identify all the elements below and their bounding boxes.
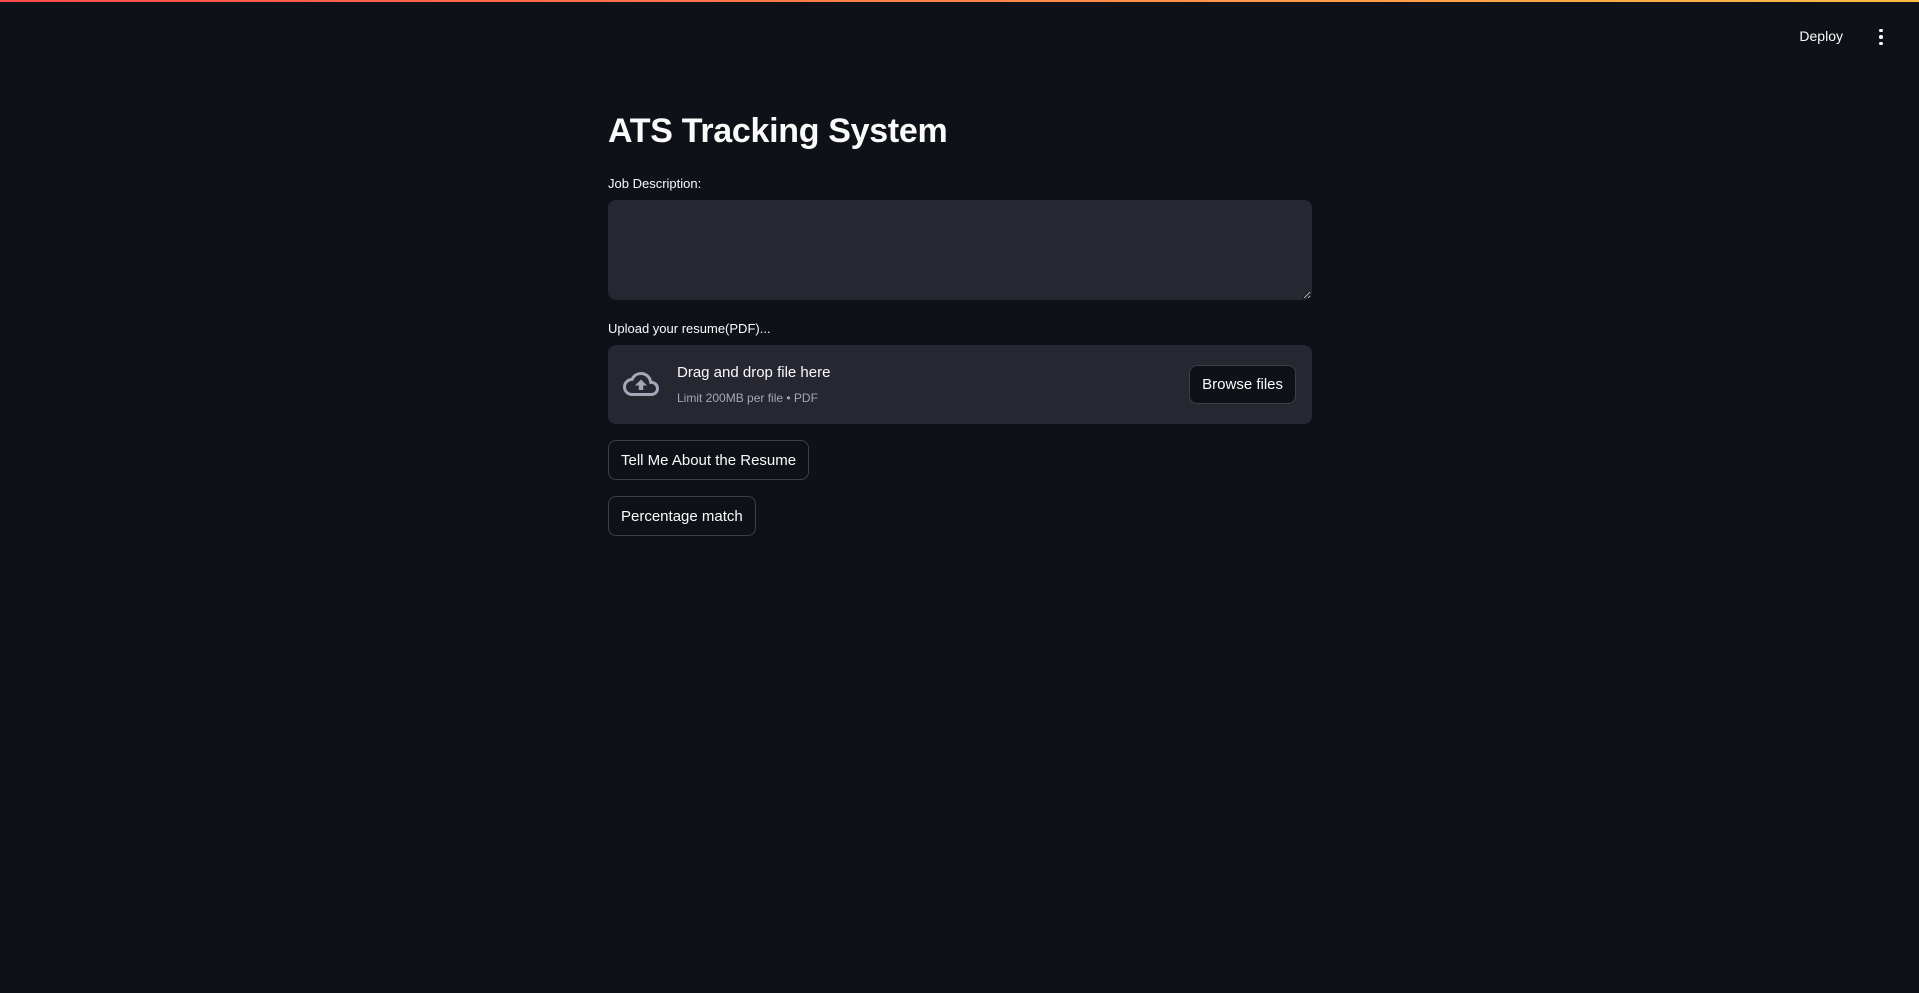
browse-files-button[interactable]: Browse files xyxy=(1189,365,1296,404)
tell-me-about-resume-button[interactable]: Tell Me About the Resume xyxy=(608,440,810,480)
page-title: ATS Tracking System xyxy=(608,112,948,150)
job-description-input[interactable] xyxy=(608,200,1312,300)
menu-dot xyxy=(1879,41,1883,46)
resume-upload-label: Upload your resume(PDF)... xyxy=(608,321,771,336)
dropzone-limit-text: Limit 200MB per file • PDF xyxy=(677,391,818,405)
percentage-match-button[interactable]: Percentage match xyxy=(608,496,756,536)
vertical-ellipsis-icon[interactable] xyxy=(1871,26,1891,48)
job-description-label: Job Description: xyxy=(608,176,702,191)
cloud-upload-icon xyxy=(623,372,659,396)
menu-dot xyxy=(1879,28,1883,33)
dropzone-title: Drag and drop file here xyxy=(677,364,831,381)
file-dropzone[interactable]: Drag and drop file here Limit 200MB per … xyxy=(608,345,1312,424)
menu-dot xyxy=(1879,35,1883,39)
deploy-button[interactable]: Deploy xyxy=(1793,26,1849,46)
app-header: Deploy xyxy=(0,2,1919,60)
